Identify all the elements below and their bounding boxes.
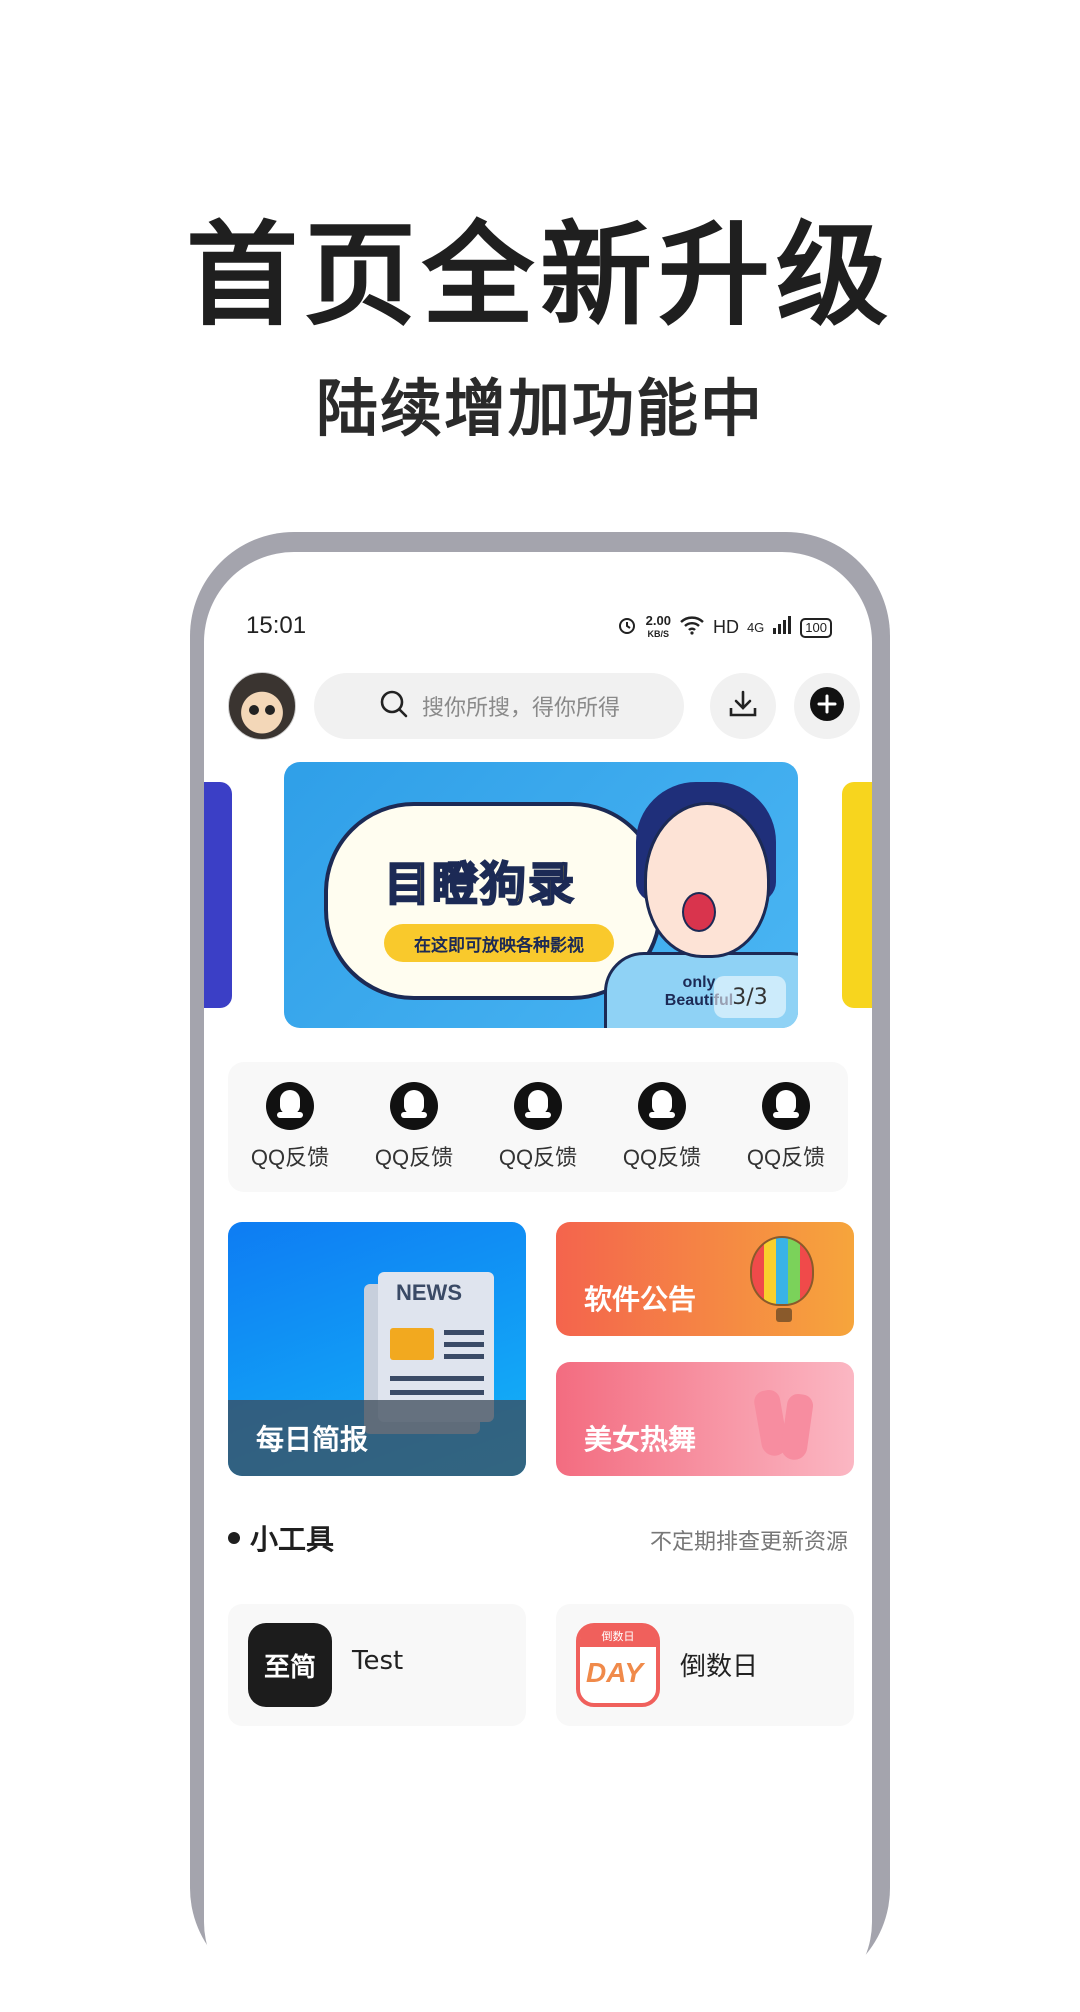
banner-carousel[interactable]: 目瞪狗录 在这即可放映各种影视 only Beautiful 3/3: [284, 762, 798, 1028]
dance-card[interactable]: 美女热舞: [556, 1362, 854, 1476]
search-icon: [378, 688, 410, 724]
avatar[interactable]: [228, 672, 296, 740]
newspaper-art-text: NEWS: [396, 1280, 462, 1305]
qq-icon: [266, 1082, 314, 1130]
status-bar: 15:01 2.00 KB/S HD 4G 100: [246, 612, 832, 652]
phone-frame: 15:01 2.00 KB/S HD 4G 100 搜你所搜，得你所得 目瞪狗录…: [190, 532, 890, 2012]
banner-figure-face: [644, 802, 770, 958]
status-time: 15:01: [246, 612, 307, 639]
quick-action-label: QQ反馈: [374, 1145, 454, 1170]
banner-title: 目瞪狗录: [383, 856, 576, 912]
quick-action-qq-feedback[interactable]: QQ反馈: [607, 1082, 717, 1172]
banner-page-counter: 3/3: [714, 976, 786, 1018]
quick-actions: QQ反馈 QQ反馈 QQ反馈 QQ反馈 QQ反馈: [228, 1062, 848, 1192]
quick-action-qq-feedback[interactable]: QQ反馈: [483, 1082, 593, 1172]
alarm-icon: [616, 614, 638, 641]
calendar-day-icon: 倒数日 DAY: [576, 1623, 660, 1707]
card-label: 美女热舞: [584, 1423, 697, 1456]
tool-item-test[interactable]: 至简 Test: [228, 1604, 526, 1726]
card-label: 软件公告: [584, 1283, 697, 1316]
app-icon: 至简: [248, 1623, 332, 1707]
ballet-shoes-icon: [752, 1386, 815, 1462]
promo-subline: 陆续增加功能中: [315, 372, 764, 445]
download-button[interactable]: [710, 673, 776, 739]
tools-section-title: 小工具: [228, 1518, 334, 1558]
tools-section-title-text: 小工具: [250, 1523, 335, 1556]
download-icon: [727, 688, 759, 724]
qq-icon: [762, 1082, 810, 1130]
quick-action-label: QQ反馈: [746, 1145, 826, 1170]
tool-name: Test: [352, 1646, 404, 1676]
wifi-icon: [679, 615, 705, 640]
hot-air-balloon-icon: [750, 1236, 814, 1306]
bullet-dot: [228, 1532, 240, 1544]
hd-label: HD: [712, 617, 739, 637]
promo-headline: 首页全新升级: [186, 211, 894, 341]
net-speed-unit: KB/S: [647, 629, 670, 639]
network-type: 4G: [746, 620, 765, 635]
signal-icon: [772, 616, 792, 639]
software-notice-card[interactable]: 软件公告: [556, 1222, 854, 1336]
quick-action-label: QQ反馈: [498, 1145, 578, 1170]
quick-action-qq-feedback[interactable]: QQ反馈: [359, 1082, 469, 1172]
search-placeholder: 搜你所搜，得你所得: [421, 696, 620, 721]
top-bar: 搜你所搜，得你所得: [228, 672, 860, 740]
quick-action-label: QQ反馈: [250, 1145, 330, 1170]
banner-prev-peek[interactable]: [204, 782, 232, 1008]
tool-item-countdown[interactable]: 倒数日 DAY 倒数日: [556, 1604, 854, 1726]
qq-icon: [638, 1082, 686, 1130]
search-bar[interactable]: 搜你所搜，得你所得: [314, 673, 684, 739]
qq-icon: [390, 1082, 438, 1130]
banner-tagline: 在这即可放映各种影视: [384, 924, 614, 962]
add-button[interactable]: [794, 673, 860, 739]
phone-screen: 15:01 2.00 KB/S HD 4G 100 搜你所搜，得你所得 目瞪狗录…: [204, 552, 872, 2012]
banner-figure-mouth: [682, 892, 716, 932]
balloon-basket: [776, 1308, 792, 1322]
quick-action-qq-feedback[interactable]: QQ反馈: [731, 1082, 841, 1172]
tool-name: 倒数日: [680, 1652, 759, 1682]
qq-icon: [514, 1082, 562, 1130]
calendar-icon-day-text: DAY: [586, 1657, 644, 1688]
status-icons: 2.00 KB/S HD 4G 100: [616, 614, 832, 641]
plus-circle-icon: [809, 686, 845, 726]
quick-action-qq-feedback[interactable]: QQ反馈: [235, 1082, 345, 1172]
quick-action-label: QQ反馈: [622, 1145, 702, 1170]
tools-section-subtitle: 不定期排查更新资源: [649, 1530, 848, 1555]
banner-next-peek[interactable]: [842, 782, 872, 1008]
net-speed-value: 2.00: [645, 613, 671, 628]
calendar-icon-header: 倒数日: [580, 1627, 656, 1647]
net-speed: 2.00 KB/S: [645, 613, 671, 640]
daily-news-card[interactable]: NEWS 每日简报: [228, 1222, 526, 1476]
battery-indicator: 100: [800, 617, 832, 638]
card-label: 每日简报: [256, 1423, 369, 1456]
